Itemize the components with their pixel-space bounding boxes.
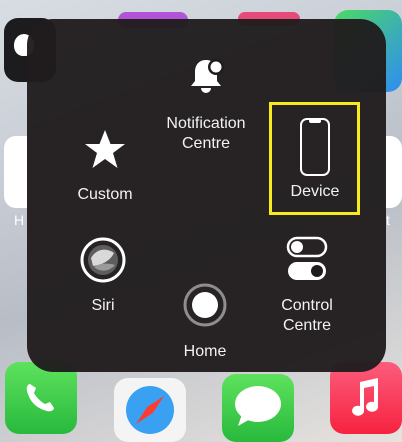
home-label: Home [183, 343, 227, 360]
phone-icon [26, 384, 54, 412]
app-label-right: t [386, 212, 390, 228]
home-button[interactable]: Home [162, 283, 248, 362]
app-icon-right-white[interactable] [384, 136, 402, 208]
music-note-icon [352, 378, 379, 416]
custom-label: Custom [77, 186, 133, 203]
home-button-icon [183, 283, 227, 327]
siri-label: Siri [91, 297, 115, 314]
app-icon-left-white[interactable] [4, 136, 28, 208]
speech-bubble-icon [235, 386, 281, 426]
star-icon [85, 130, 125, 168]
siri-button[interactable]: Siri [60, 237, 146, 316]
notification-centre-label: Notification Centre [166, 115, 246, 152]
app-label-left: H [14, 212, 25, 228]
toggles-icon [286, 236, 328, 280]
compass-icon [126, 386, 174, 434]
control-centre-button[interactable]: Control Centre [264, 236, 350, 336]
custom-button[interactable]: Custom [62, 128, 148, 205]
bell-icon [191, 59, 224, 93]
notification-centre-button[interactable]: Notification Centre [150, 56, 262, 154]
control-centre-label: Control Centre [281, 297, 333, 334]
device-label: Device [290, 183, 340, 200]
siri-icon [80, 237, 126, 283]
phone-outline-icon [300, 118, 330, 176]
device-button[interactable]: Device [272, 117, 358, 202]
